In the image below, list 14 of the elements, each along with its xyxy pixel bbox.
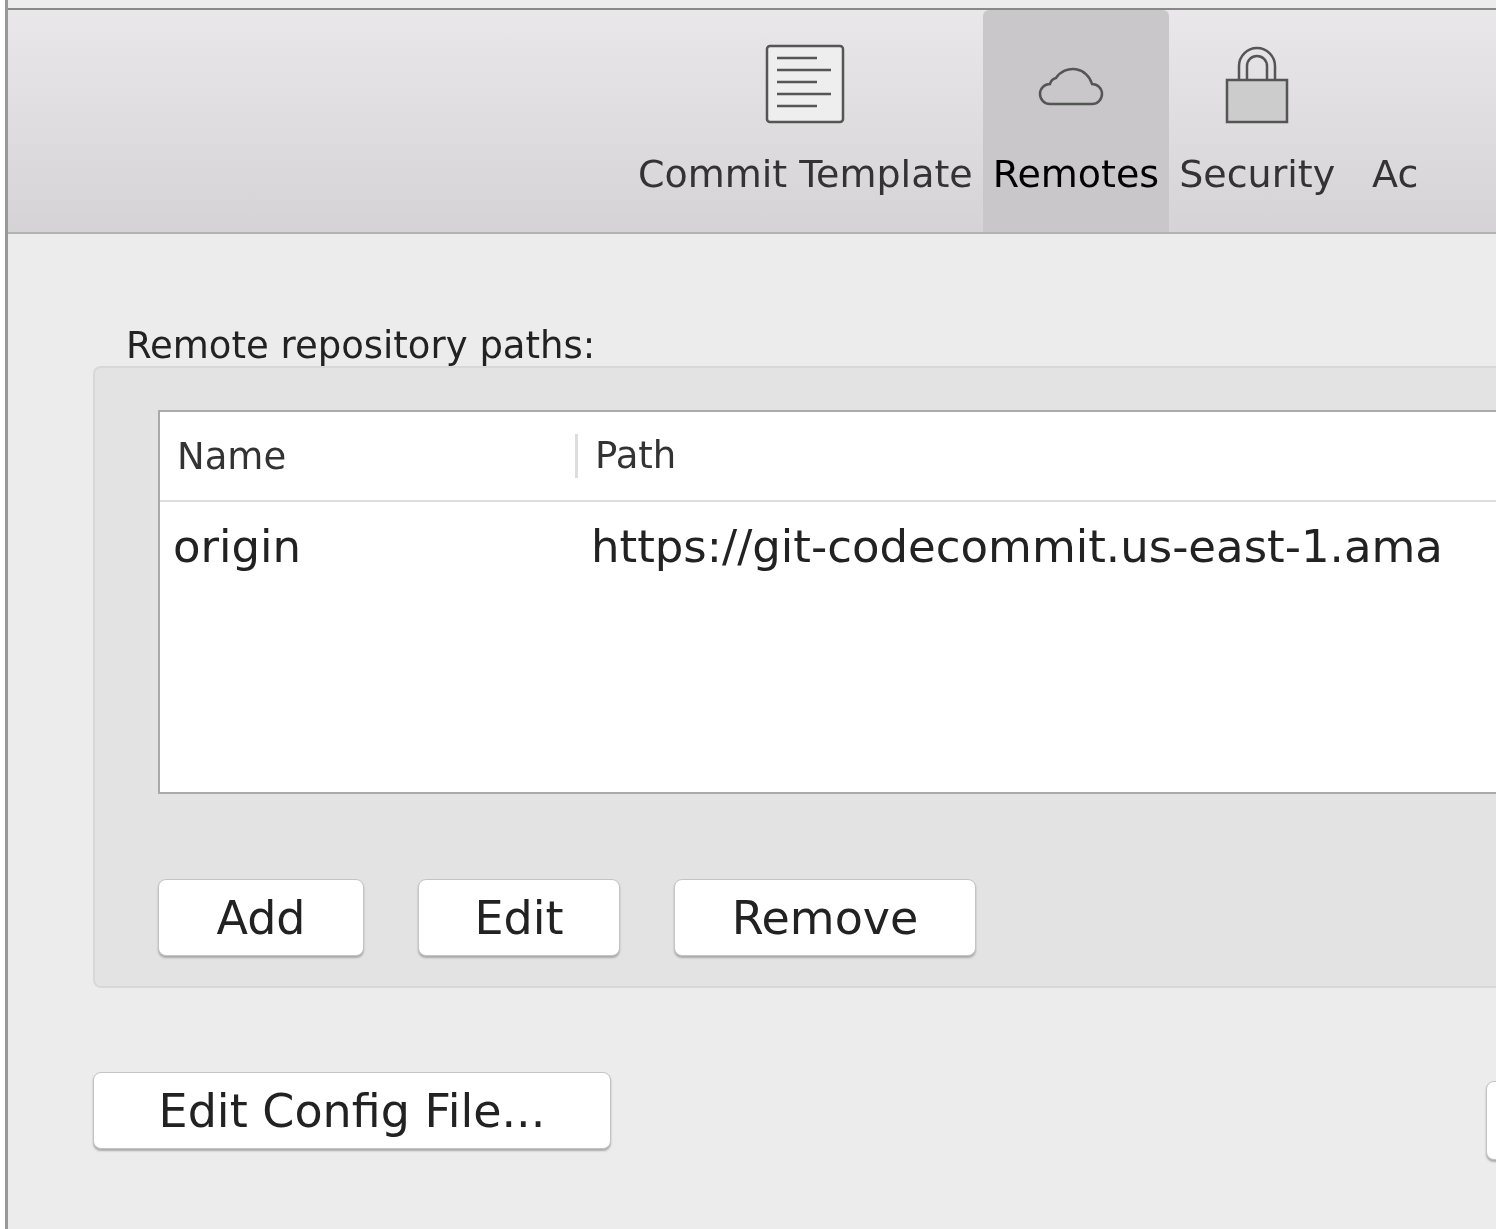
column-header[interactable]: Path bbox=[575, 434, 677, 478]
toolbar-tab[interactable]: Remotes bbox=[982, 10, 1170, 232]
toolbar-tab[interactable]: Ac bbox=[1345, 10, 1446, 232]
toolbar-tab[interactable]: Security bbox=[1169, 10, 1346, 232]
toolbar-tab[interactable]: Commit Template bbox=[628, 10, 983, 232]
document-icon bbox=[765, 44, 846, 124]
push-button[interactable]: Add bbox=[158, 879, 364, 956]
push-button[interactable]: Edit bbox=[418, 879, 620, 956]
table-cell-text: https://git-codecommit.us-east-1.ama bbox=[590, 519, 1443, 573]
table-cell-text: origin bbox=[172, 519, 303, 573]
push-button[interactable]: Remove bbox=[674, 879, 976, 956]
section-label: Remote repository paths: bbox=[126, 324, 596, 369]
push-button[interactable]: Edit Config File... bbox=[93, 1072, 611, 1149]
column-header[interactable]: Name bbox=[160, 434, 575, 478]
